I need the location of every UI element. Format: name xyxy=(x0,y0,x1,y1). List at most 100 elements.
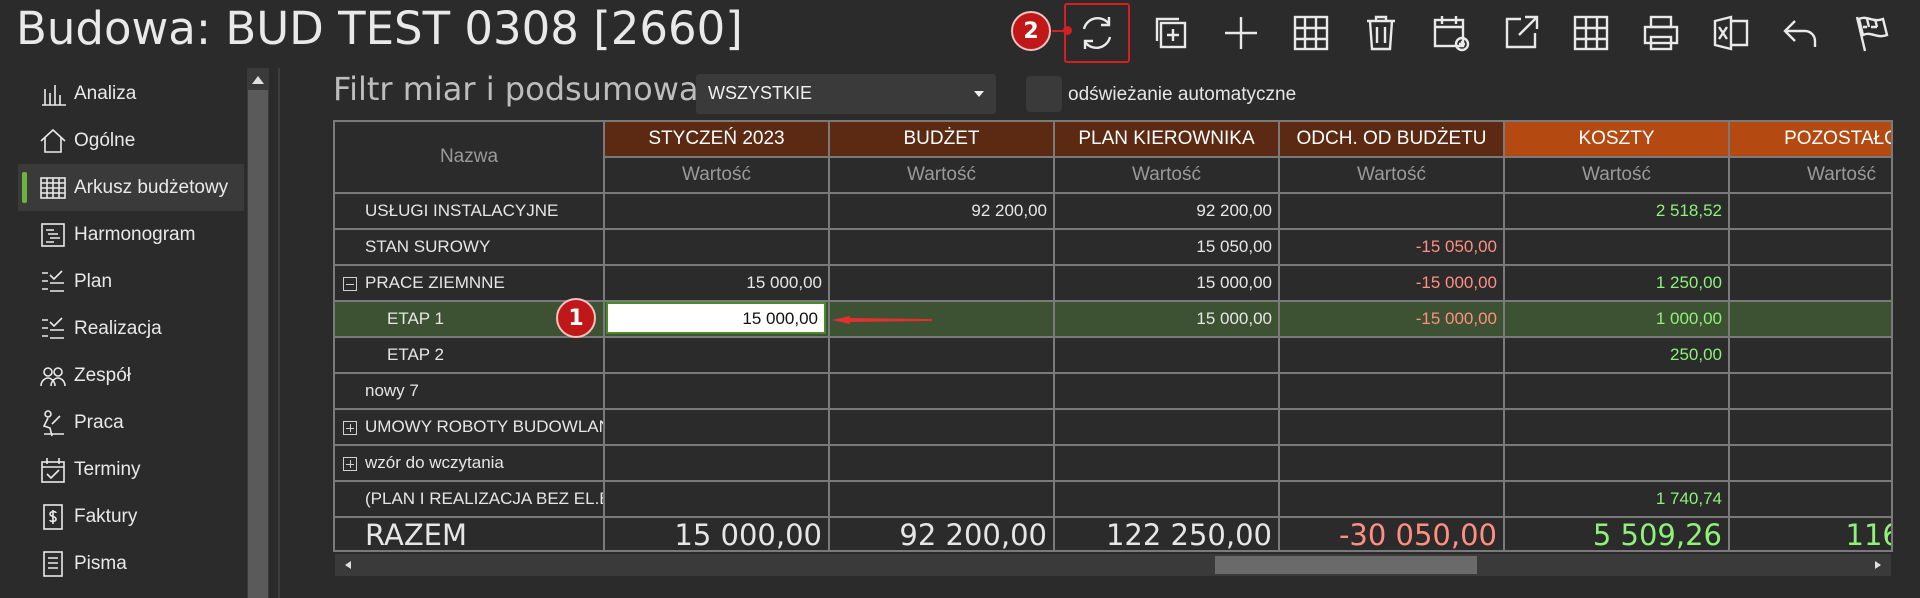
sidebar-item-terminy[interactable]: Terminy xyxy=(18,446,244,493)
refresh-button[interactable] xyxy=(1064,3,1130,63)
table-cell[interactable] xyxy=(605,374,830,410)
table-cell[interactable] xyxy=(1505,230,1730,266)
cell-editor[interactable]: 15 000,00 xyxy=(606,302,826,334)
calendar-add-button[interactable] xyxy=(1422,4,1480,62)
table-cell[interactable] xyxy=(1280,194,1505,230)
sidebar-item-faktury[interactable]: Faktury xyxy=(18,493,244,540)
table-cell[interactable] xyxy=(1505,410,1730,446)
table-cell[interactable] xyxy=(1505,446,1730,482)
table-cell[interactable] xyxy=(1280,446,1505,482)
scroll-up-icon[interactable] xyxy=(252,76,264,84)
table-cell[interactable]: 15 xyxy=(1730,230,1891,266)
table-cell[interactable]: 92 200,00 xyxy=(1055,194,1280,230)
table-cell[interactable]: 2 518,52 xyxy=(1505,194,1730,230)
table-cell[interactable] xyxy=(605,230,830,266)
table-cell[interactable] xyxy=(1280,410,1505,446)
collapse-icon[interactable] xyxy=(343,277,357,291)
excel-button[interactable] xyxy=(1702,4,1760,62)
table-cell[interactable]: - xyxy=(1730,338,1891,374)
column-header[interactable]: PLAN KIEROWNIKA xyxy=(1055,122,1280,158)
expand-icon[interactable] xyxy=(343,457,357,471)
table-row-name[interactable]: UMOWY ROBOTY BUDOWLANE xyxy=(335,410,605,446)
sidebar-item-harmonogram[interactable]: Harmonogram xyxy=(18,211,244,258)
table-cell[interactable] xyxy=(830,338,1055,374)
table-cell[interactable] xyxy=(830,410,1055,446)
table-cell[interactable] xyxy=(1730,410,1891,446)
table-cell[interactable] xyxy=(1280,482,1505,518)
auto-refresh-checkbox[interactable] xyxy=(1026,76,1062,112)
sidebar-scroll-thumb[interactable] xyxy=(248,90,268,598)
add-button[interactable] xyxy=(1212,4,1270,62)
table-cell[interactable] xyxy=(605,194,830,230)
column-header[interactable]: KOSZTY xyxy=(1505,122,1730,158)
sidebar-item-analiza[interactable]: Analiza xyxy=(18,70,244,117)
finish-button[interactable] xyxy=(1842,4,1900,62)
sidebar-item-arkusz-budżetowy[interactable]: Arkusz budżetowy xyxy=(18,164,244,211)
table-cell[interactable] xyxy=(605,446,830,482)
sidebar-item-zespół[interactable]: Zespół xyxy=(18,352,244,399)
sidebar-item-realizacja[interactable]: Realizacja xyxy=(18,305,244,352)
column-header[interactable]: BUDŻET xyxy=(830,122,1055,158)
sidebar-item-praca[interactable]: Praca xyxy=(18,399,244,446)
column-header-name[interactable]: Nazwa xyxy=(335,122,605,194)
export-button[interactable] xyxy=(1492,4,1550,62)
horizontal-scroll-thumb[interactable] xyxy=(1215,556,1477,574)
table-cell[interactable]: 89 xyxy=(1730,194,1891,230)
table-cell[interactable] xyxy=(830,230,1055,266)
scroll-right-icon[interactable] xyxy=(1875,561,1881,569)
table-cell[interactable]: 15 000,00 xyxy=(1055,302,1280,338)
table-cell[interactable]: -15 000,00 xyxy=(1280,266,1505,302)
table-row-name[interactable]: PRACE ZIEMNNE xyxy=(335,266,605,302)
filter-select[interactable]: WSZYSTKIE xyxy=(696,74,996,114)
table-cell[interactable] xyxy=(1055,338,1280,374)
table-cell[interactable]: 92 200,00 xyxy=(830,194,1055,230)
table-cell[interactable] xyxy=(605,410,830,446)
table-cell[interactable] xyxy=(1505,374,1730,410)
table-cell[interactable] xyxy=(1730,374,1891,410)
table-row-name[interactable]: USŁUGI INSTALACYJNE xyxy=(335,194,605,230)
column-header[interactable]: POZOSTAŁO xyxy=(1730,122,1891,158)
table-cell[interactable]: 1 740,74 xyxy=(1505,482,1730,518)
back-button[interactable] xyxy=(1772,4,1830,62)
sidebar-item-plan[interactable]: Plan xyxy=(18,258,244,305)
table-cell[interactable]: -15 000,00 xyxy=(1280,302,1505,338)
sidebar-scrollbar[interactable] xyxy=(247,68,269,598)
table-cell[interactable]: -15 050,00 xyxy=(1280,230,1505,266)
table-cell[interactable] xyxy=(1730,446,1891,482)
table-cell[interactable]: 1 000,00 xyxy=(1505,302,1730,338)
table-cell[interactable] xyxy=(1055,446,1280,482)
delete-button[interactable] xyxy=(1352,4,1410,62)
table-cell[interactable] xyxy=(830,266,1055,302)
table-cell[interactable] xyxy=(1280,374,1505,410)
table-cell[interactable] xyxy=(605,338,830,374)
table-cell[interactable] xyxy=(1055,374,1280,410)
table-row-name[interactable]: STAN SUROWY xyxy=(335,230,605,266)
sidebar-item-pisma[interactable]: Pisma xyxy=(18,540,244,587)
table-cell[interactable]: -1 xyxy=(1730,482,1891,518)
copy-add-button[interactable] xyxy=(1142,4,1200,62)
table-cell[interactable] xyxy=(830,374,1055,410)
print-button[interactable] xyxy=(1632,4,1690,62)
expand-icon[interactable] xyxy=(343,421,357,435)
grid-button[interactable] xyxy=(1562,4,1620,62)
table-cell[interactable]: 14 xyxy=(1730,302,1891,338)
table-cell[interactable]: 15 050,00 xyxy=(1055,230,1280,266)
column-header[interactable]: ODCH. OD BUDŻETU xyxy=(1280,122,1505,158)
table-cell[interactable] xyxy=(1055,482,1280,518)
table-cell[interactable]: 250,00 xyxy=(1505,338,1730,374)
scroll-left-icon[interactable] xyxy=(345,561,351,569)
table-cell[interactable]: 1 250,00 xyxy=(1505,266,1730,302)
table-cell[interactable]: 13 xyxy=(1730,266,1891,302)
table-cell[interactable] xyxy=(1055,410,1280,446)
table-cell[interactable]: 15 000,00 xyxy=(1055,266,1280,302)
column-header[interactable]: STYCZEŃ 2023 xyxy=(605,122,830,158)
table-row-name[interactable]: ETAP 2 xyxy=(335,338,605,374)
table-cell[interactable] xyxy=(605,482,830,518)
table-cell[interactable]: 15 000,00 xyxy=(605,266,830,302)
table-cell[interactable] xyxy=(1280,338,1505,374)
table-row-name[interactable]: nowy 7 xyxy=(335,374,605,410)
columns-button[interactable] xyxy=(1282,4,1340,62)
horizontal-scrollbar[interactable] xyxy=(335,554,1891,576)
table-cell[interactable] xyxy=(830,446,1055,482)
table-row-name[interactable]: wzór do wczytania xyxy=(335,446,605,482)
